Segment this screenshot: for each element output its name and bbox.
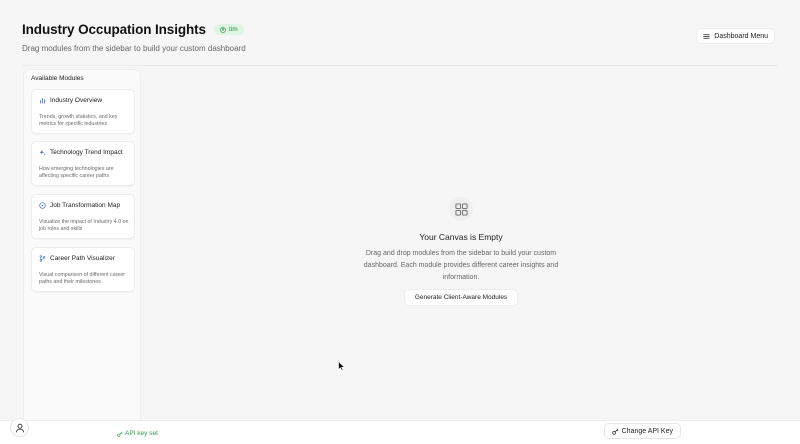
avatar-button[interactable]: [10, 418, 29, 437]
module-description: How emerging technologies are affecting …: [39, 166, 114, 179]
module-description: Trends, growth statistics, and key metri…: [39, 114, 118, 127]
module-card-technology-trend-impact[interactable]: Technology Trend Impact How emerging tec…: [31, 141, 135, 186]
module-card-industry-overview[interactable]: Industry Overview Trends, growth statist…: [31, 89, 135, 134]
module-title-row: Career Path Visualizer: [39, 255, 115, 262]
empty-canvas-title: Your Canvas is Empty: [419, 232, 503, 242]
git-branch-icon: [39, 255, 46, 262]
module-card-job-transformation-map[interactable]: Job Transformation Map Visualize the imp…: [31, 194, 135, 239]
module-title: Industry Overview: [50, 97, 103, 104]
user-badge: tim: [213, 24, 244, 35]
module-title: Career Path Visualizer: [50, 255, 115, 262]
modules-sidebar: Available Modules Industry Overview Tren…: [23, 69, 141, 429]
change-api-key-button[interactable]: Change API Key: [603, 423, 681, 439]
module-description: Visual comparison of different career pa…: [39, 272, 126, 285]
dashboard-menu-button[interactable]: Dashboard Menu: [696, 28, 775, 44]
api-key-status: API key set: [117, 430, 158, 437]
user-icon: [15, 423, 24, 432]
module-title: Technology Trend Impact: [50, 149, 123, 156]
grid-icon: [454, 202, 468, 216]
module-card-career-path-visualizer[interactable]: Career Path Visualizer Visual comparison…: [31, 247, 135, 292]
module-title-row: Technology Trend Impact: [39, 149, 123, 156]
key-icon: [117, 431, 123, 437]
change-api-key-label: Change API Key: [621, 427, 673, 435]
grid-icon-container: [449, 197, 473, 221]
user-circle-icon: [220, 26, 226, 33]
module-title: Job Transformation Map: [50, 202, 121, 209]
module-description: Visualize the impact of Industry 4.0 on …: [39, 219, 129, 232]
header-divider: [22, 65, 778, 66]
user-badge-label: tim: [228, 26, 238, 33]
key-icon: [611, 428, 618, 435]
sidebar-heading: Available Modules: [31, 75, 84, 82]
sparkles-icon: [39, 150, 46, 156]
bar-chart-icon: [39, 97, 46, 104]
empty-canvas-description: Drag and drop modules from the sidebar t…: [363, 250, 559, 281]
compass-icon: [39, 202, 46, 209]
page-subtitle: Drag modules from the sidebar to build y…: [22, 44, 246, 53]
empty-canvas-state: Your Canvas is Empty Drag and drop modul…: [350, 197, 572, 306]
page-title: Industry Occupation Insights: [22, 22, 206, 37]
dashboard-menu-label: Dashboard Menu: [714, 32, 768, 40]
title-row: Industry Occupation Insights tim: [22, 22, 246, 37]
hamburger-icon: [703, 33, 710, 39]
api-key-status-label: API key set: [125, 430, 158, 437]
mouse-cursor-icon: [338, 361, 346, 371]
module-title-row: Industry Overview: [39, 97, 102, 104]
generate-modules-button[interactable]: Generate Client-Aware Modules: [403, 289, 519, 306]
page-header: Industry Occupation Insights tim Drag mo…: [22, 22, 246, 53]
module-title-row: Job Transformation Map: [39, 202, 120, 209]
